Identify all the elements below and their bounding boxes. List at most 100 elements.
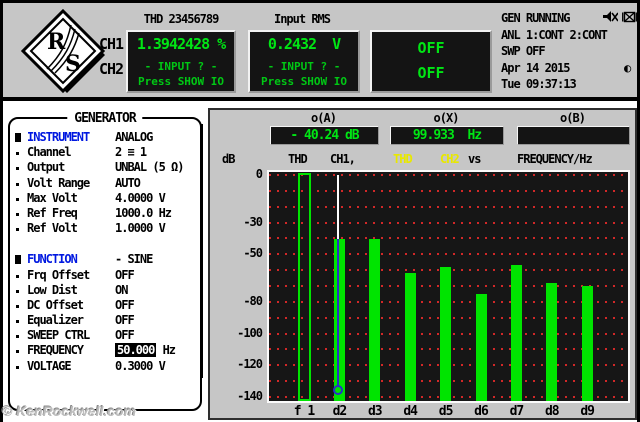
legend-item: FREQUENCY/Hz: [517, 152, 592, 166]
menu-item-label: Frq Offset: [27, 268, 89, 283]
menu-item-value[interactable]: 50.000 Hz: [115, 343, 175, 358]
menu-item-value: 1.0000 V: [115, 221, 165, 236]
item-bullet-icon: [16, 213, 19, 216]
bar-d5: [440, 267, 451, 401]
generator-menu-item-dc-offset[interactable]: DC OffsetOFF: [12, 298, 198, 313]
menu-item-label: Equalizer: [27, 313, 83, 328]
gridline: [269, 190, 628, 192]
gridline: [269, 206, 628, 208]
edited-value-field[interactable]: 50.000: [115, 343, 156, 357]
y-tick-label: -100: [216, 326, 262, 340]
analyzer-panel: o(A) o(X) o(B) - 40.24 dB 99.933 Hz dB T…: [208, 108, 637, 420]
generator-panel: GENERATOR INSTRUMENTANALOGChannel2 ≡ 1Ou…: [8, 117, 202, 411]
ch1-label: CH1: [99, 35, 123, 53]
external-keyboard-icon: [622, 11, 637, 23]
gridline: [269, 237, 628, 239]
bar-d7: [511, 265, 522, 401]
cursor-line-blue: [337, 239, 339, 386]
generator-menu-item-frq-offset[interactable]: Frq OffsetOFF: [12, 268, 198, 283]
date-label: Apr 14 2015: [501, 61, 569, 75]
cursor-b-label: o(B): [517, 111, 628, 125]
generator-rows: INSTRUMENT ANALOG Channel 2 ≡ 1OutputUNBAL …: [12, 130, 198, 374]
menu-item-label: Ref Freq: [27, 206, 77, 221]
x-tick-label: d3: [355, 404, 395, 419]
legend-item: CH2: [440, 152, 459, 166]
menu-item-value: OFF: [115, 313, 134, 328]
menu-item-label: INSTRUMENT: [27, 130, 89, 145]
cursor-x-value: 99.933 Hz: [391, 128, 503, 143]
menu-item-value: - SINE: [115, 252, 152, 267]
logo-letter-s: S: [65, 51, 81, 77]
generator-menu-item-max-volt[interactable]: Max Volt4.0000 V: [12, 191, 198, 206]
item-bullet-icon: [16, 167, 19, 170]
menu-item-label: DC Offset: [27, 298, 83, 313]
x-tick-label: d2: [319, 404, 359, 419]
thd-value: 1.3942428 %: [128, 35, 234, 53]
generator-menu-item-equalizer[interactable]: Equalizer OFF: [12, 313, 198, 328]
y-tick-label: -140: [216, 389, 262, 403]
y-tick-label: -30: [216, 215, 262, 229]
thd-showio-hint: Press SHOW IO: [128, 75, 234, 88]
thd-input-hint: - INPUT ? -: [128, 60, 234, 73]
aux-off-1: OFF: [372, 39, 490, 57]
bar-f1: [298, 173, 311, 401]
bar-d2: [334, 239, 345, 401]
legend-item: THD: [288, 152, 307, 166]
item-bullet-icon: [16, 198, 19, 201]
menu-item-label: Channel: [27, 145, 71, 160]
generator-menu-item-function[interactable]: FUNCTION- SINE: [12, 252, 198, 267]
generator-menu-item-voltage[interactable]: VOLTAGE 0.3000 V: [12, 359, 198, 374]
item-bullet-icon: [16, 183, 19, 186]
menu-item-label: VOLTAGE: [27, 359, 71, 374]
generator-menu-item-low-dist[interactable]: Low DistON: [12, 283, 198, 298]
x-tick-label: d9: [567, 404, 607, 419]
gridline: [269, 253, 628, 255]
section-bullet-icon: [15, 255, 21, 264]
header-bar: R S CH1 CH2 THD 23456789 1.3942428 % - I…: [3, 3, 637, 97]
y-tick-label: 0: [216, 167, 262, 181]
generator-menu-item-channel[interactable]: Channel 2 ≡ 1: [12, 145, 198, 160]
menu-item-value: 2 ≡ 1: [115, 145, 146, 160]
generator-menu-item-frequency[interactable]: FREQUENCY 50.000 Hz: [12, 343, 198, 358]
menu-item-value: ANALOG: [115, 130, 152, 145]
item-bullet-icon: [16, 320, 19, 323]
contrast-icon: ◐: [624, 61, 631, 75]
section-bullet-icon: [15, 133, 21, 142]
input-rms-display: 0.2432 V - INPUT ? - Press SHOW IO: [248, 30, 360, 93]
generator-menu-item-instrument[interactable]: INSTRUMENT ANALOG: [12, 130, 198, 145]
x-tick-label: d6: [461, 404, 501, 419]
generator-menu-item-volt-range[interactable]: Volt RangeAUTO: [12, 176, 198, 191]
menu-item-label: FREQUENCY: [27, 343, 83, 358]
y-tick-label: -120: [216, 357, 262, 371]
x-tick-label: d8: [532, 404, 572, 419]
gridline: [269, 174, 628, 176]
menu-item-value: 1000.0 Hz: [115, 206, 171, 221]
item-bullet-icon: [16, 350, 19, 353]
aux-display: OFF OFF: [370, 30, 492, 93]
generator-menu-item-ref-freq[interactable]: Ref Freq 1000.0 Hz: [12, 206, 198, 221]
y-tick-label: -50: [216, 246, 262, 260]
thd-display: 1.3942428 % - INPUT ? - Press SHOW IO: [126, 30, 236, 93]
legend-item: vs: [468, 152, 480, 166]
gen-status: GEN RUNNING: [501, 11, 569, 25]
menu-item-value: OFF: [115, 328, 134, 343]
gridline: [269, 222, 628, 224]
y-axis-unit: dB: [222, 152, 234, 166]
bar-d3: [369, 239, 380, 401]
item-bullet-icon: [16, 290, 19, 293]
cursor-a-value: - 40.24 dB: [271, 128, 378, 143]
rms-input-hint: - INPUT ? -: [250, 60, 358, 73]
cursor-a-display: - 40.24 dB: [270, 126, 379, 145]
cursor-x-label: o(X): [390, 111, 502, 125]
bar-d9: [582, 286, 593, 401]
menu-item-value: 0.3000 V: [115, 359, 165, 374]
generator-menu-item-sweep-ctrl[interactable]: SWEEP CTRLOFF: [12, 328, 198, 343]
logo-letter-r: R: [47, 29, 66, 55]
menu-item-label: Volt Range: [27, 176, 89, 191]
item-bullet-icon: [16, 335, 19, 338]
generator-menu-item-ref-volt[interactable]: Ref Volt1.0000 V: [12, 221, 198, 236]
item-bullet-icon: [16, 305, 19, 308]
rohde-schwarz-logo: R S: [21, 9, 109, 95]
generator-menu-item-output[interactable]: OutputUNBAL (5 Ω): [12, 160, 198, 175]
x-tick-label: f 1: [284, 404, 324, 419]
